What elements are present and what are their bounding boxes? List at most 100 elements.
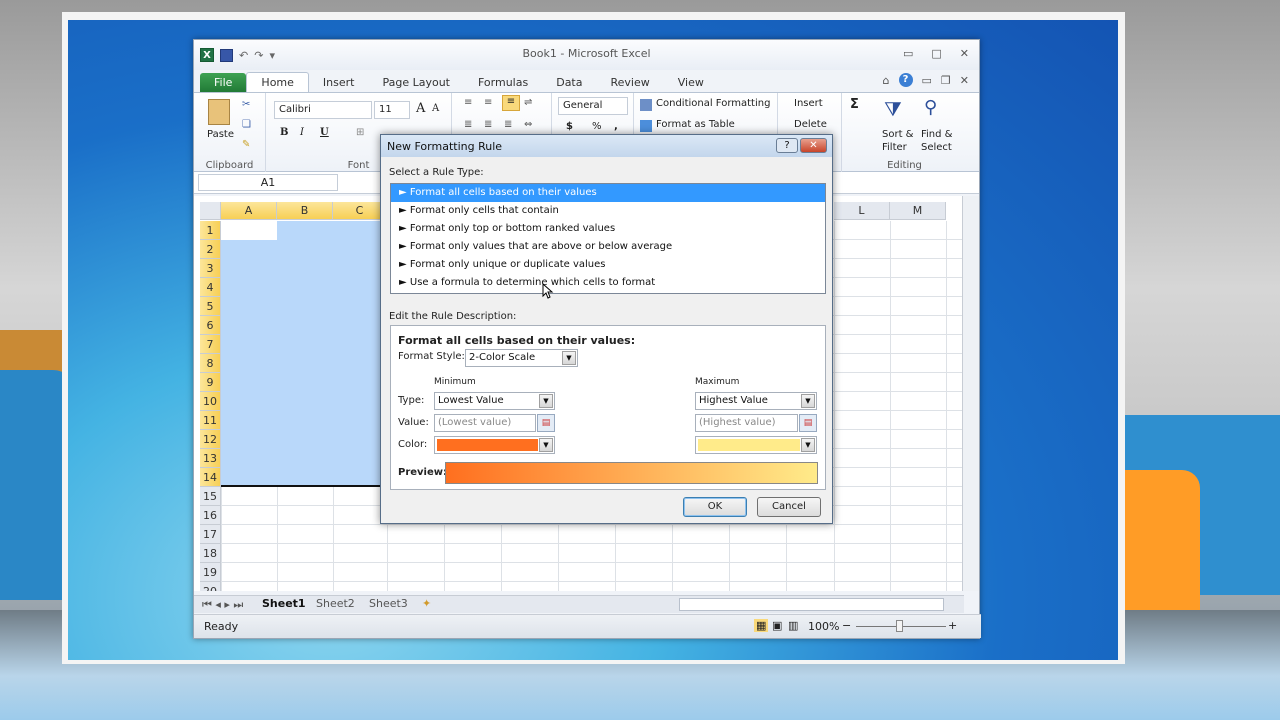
italic-button[interactable]: I — [300, 127, 304, 138]
bold-button[interactable]: B — [280, 127, 288, 138]
rule-type-item[interactable]: ► Format all cells based on their values — [391, 184, 825, 202]
select-all-button[interactable] — [200, 202, 221, 220]
row-header[interactable]: 3 — [200, 259, 221, 278]
tab-formulas[interactable]: Formulas — [464, 73, 542, 92]
minimize-icon[interactable]: ▭ — [903, 47, 913, 60]
doc-minimize-icon[interactable]: ▭ — [922, 74, 932, 87]
align-center-icon[interactable]: ≣ — [484, 119, 492, 130]
vertical-scrollbar[interactable] — [962, 196, 979, 591]
row-header[interactable]: 6 — [200, 316, 221, 335]
collapse-ribbon-icon[interactable]: ⌂ — [883, 74, 890, 87]
row-header[interactable]: 10 — [200, 392, 221, 411]
grow-font-icon[interactable]: A — [416, 101, 425, 116]
row-header[interactable]: 5 — [200, 297, 221, 316]
tab-insert[interactable]: Insert — [309, 73, 369, 92]
row-header[interactable]: 8 — [200, 354, 221, 373]
shrink-font-icon[interactable]: A — [432, 103, 439, 114]
row-header[interactable]: 12 — [200, 430, 221, 449]
normal-view-icon[interactable]: ▦ — [754, 619, 769, 632]
conditional-formatting-button[interactable]: Conditional Formatting — [656, 98, 770, 109]
active-cell[interactable] — [221, 221, 277, 240]
chevron-down-icon[interactable]: ▼ — [801, 394, 815, 408]
format-style-select[interactable]: 2-Color Scale ▼ — [465, 349, 578, 367]
find-select-button[interactable]: Find & — [921, 129, 952, 140]
name-box[interactable]: A1 — [198, 174, 338, 191]
copy-icon[interactable]: ❏ — [242, 119, 251, 130]
close-icon[interactable]: ✕ — [960, 47, 969, 60]
zoom-out-button[interactable]: − — [842, 619, 851, 632]
delete-cells-button[interactable]: Delete — [794, 119, 827, 130]
rule-type-item[interactable]: ► Format only top or bottom ranked value… — [391, 220, 825, 238]
page-layout-view-icon[interactable]: ▣ — [772, 619, 782, 632]
rule-type-list[interactable]: ► Format all cells based on their values… — [390, 183, 826, 294]
cut-icon[interactable]: ✂ — [242, 99, 250, 110]
horizontal-scrollbar[interactable] — [679, 598, 944, 611]
range-picker-icon[interactable]: ▤ — [799, 414, 817, 432]
sort-filter-button[interactable]: Sort & — [882, 129, 913, 140]
max-value-input[interactable]: (Highest value) — [695, 414, 798, 432]
dialog-help-button[interactable]: ? — [776, 138, 798, 153]
row-header[interactable]: 1 — [200, 221, 221, 240]
insert-cells-button[interactable]: Insert — [794, 98, 823, 109]
number-format-combo[interactable]: General — [558, 97, 628, 115]
selected-range[interactable] — [221, 221, 387, 487]
maximize-icon[interactable]: □ — [931, 47, 941, 60]
column-header[interactable]: A — [221, 202, 277, 220]
align-bottom-icon[interactable]: ≡ — [502, 95, 520, 111]
tab-page-layout[interactable]: Page Layout — [368, 73, 464, 92]
doc-restore-icon[interactable]: ❐ — [941, 74, 951, 87]
rule-type-item[interactable]: ► Format only unique or duplicate values — [391, 256, 825, 274]
min-type-select[interactable]: Lowest Value ▼ — [434, 392, 555, 410]
tab-home[interactable]: Home — [246, 72, 309, 92]
row-header[interactable]: 13 — [200, 449, 221, 468]
align-top-icon[interactable]: ≡ — [464, 97, 472, 108]
page-break-view-icon[interactable]: ▥ — [788, 619, 798, 632]
wrap-text-icon[interactable]: ⇌ — [524, 97, 532, 108]
row-header[interactable]: 7 — [200, 335, 221, 354]
row-header[interactable]: 18 — [200, 544, 221, 563]
sheet-tab-2[interactable]: Sheet2 — [316, 597, 355, 610]
row-header[interactable]: 17 — [200, 525, 221, 544]
tab-view[interactable]: View — [664, 73, 718, 92]
max-color-picker[interactable]: ▼ — [695, 436, 817, 454]
percent-button[interactable]: % — [592, 121, 602, 132]
format-as-table-button[interactable]: Format as Table — [656, 119, 735, 130]
min-color-picker[interactable]: ▼ — [434, 436, 555, 454]
column-header[interactable]: C — [333, 202, 387, 220]
row-header[interactable]: 20 — [200, 582, 221, 591]
align-right-icon[interactable]: ≣ — [504, 119, 512, 130]
chevron-down-icon[interactable]: ▼ — [562, 351, 576, 365]
row-header[interactable]: 15 — [200, 487, 221, 506]
merge-center-icon[interactable]: ⇔ — [524, 119, 532, 130]
column-header[interactable]: L — [834, 202, 890, 220]
row-header[interactable]: 2 — [200, 240, 221, 259]
min-value-input[interactable]: (Lowest value) — [434, 414, 536, 432]
font-size-combo[interactable]: 11 — [374, 101, 410, 119]
tab-data[interactable]: Data — [542, 73, 596, 92]
currency-button[interactable]: $ — [566, 121, 573, 132]
ok-button[interactable]: OK — [683, 497, 747, 517]
column-header[interactable]: B — [277, 202, 333, 220]
paste-icon[interactable] — [208, 99, 230, 125]
rule-type-item[interactable]: ► Format only cells that contain — [391, 202, 825, 220]
zoom-in-button[interactable]: + — [948, 619, 957, 632]
align-left-icon[interactable]: ≣ — [464, 119, 472, 130]
cancel-button[interactable]: Cancel — [757, 497, 821, 517]
range-picker-icon[interactable]: ▤ — [537, 414, 555, 432]
rule-type-item[interactable]: ► Use a formula to determine which cells… — [391, 274, 825, 292]
zoom-level[interactable]: 100% — [808, 620, 839, 633]
row-header[interactable]: 11 — [200, 411, 221, 430]
paste-button[interactable]: Paste — [207, 129, 234, 140]
chevron-down-icon[interactable]: ▼ — [539, 438, 553, 452]
tab-file[interactable]: File — [200, 73, 247, 92]
tab-review[interactable]: Review — [596, 73, 663, 92]
autosum-button[interactable]: Σ — [850, 97, 859, 112]
chevron-down-icon[interactable]: ▼ — [801, 438, 815, 452]
insert-sheet-icon[interactable]: ✦ — [422, 597, 431, 610]
chevron-down-icon[interactable]: ▼ — [539, 394, 553, 408]
row-header[interactable]: 14 — [200, 468, 221, 487]
column-header[interactable]: M — [890, 202, 946, 220]
max-type-select[interactable]: Highest Value ▼ — [695, 392, 817, 410]
row-header[interactable]: 19 — [200, 563, 221, 582]
zoom-slider-thumb[interactable] — [896, 620, 903, 632]
